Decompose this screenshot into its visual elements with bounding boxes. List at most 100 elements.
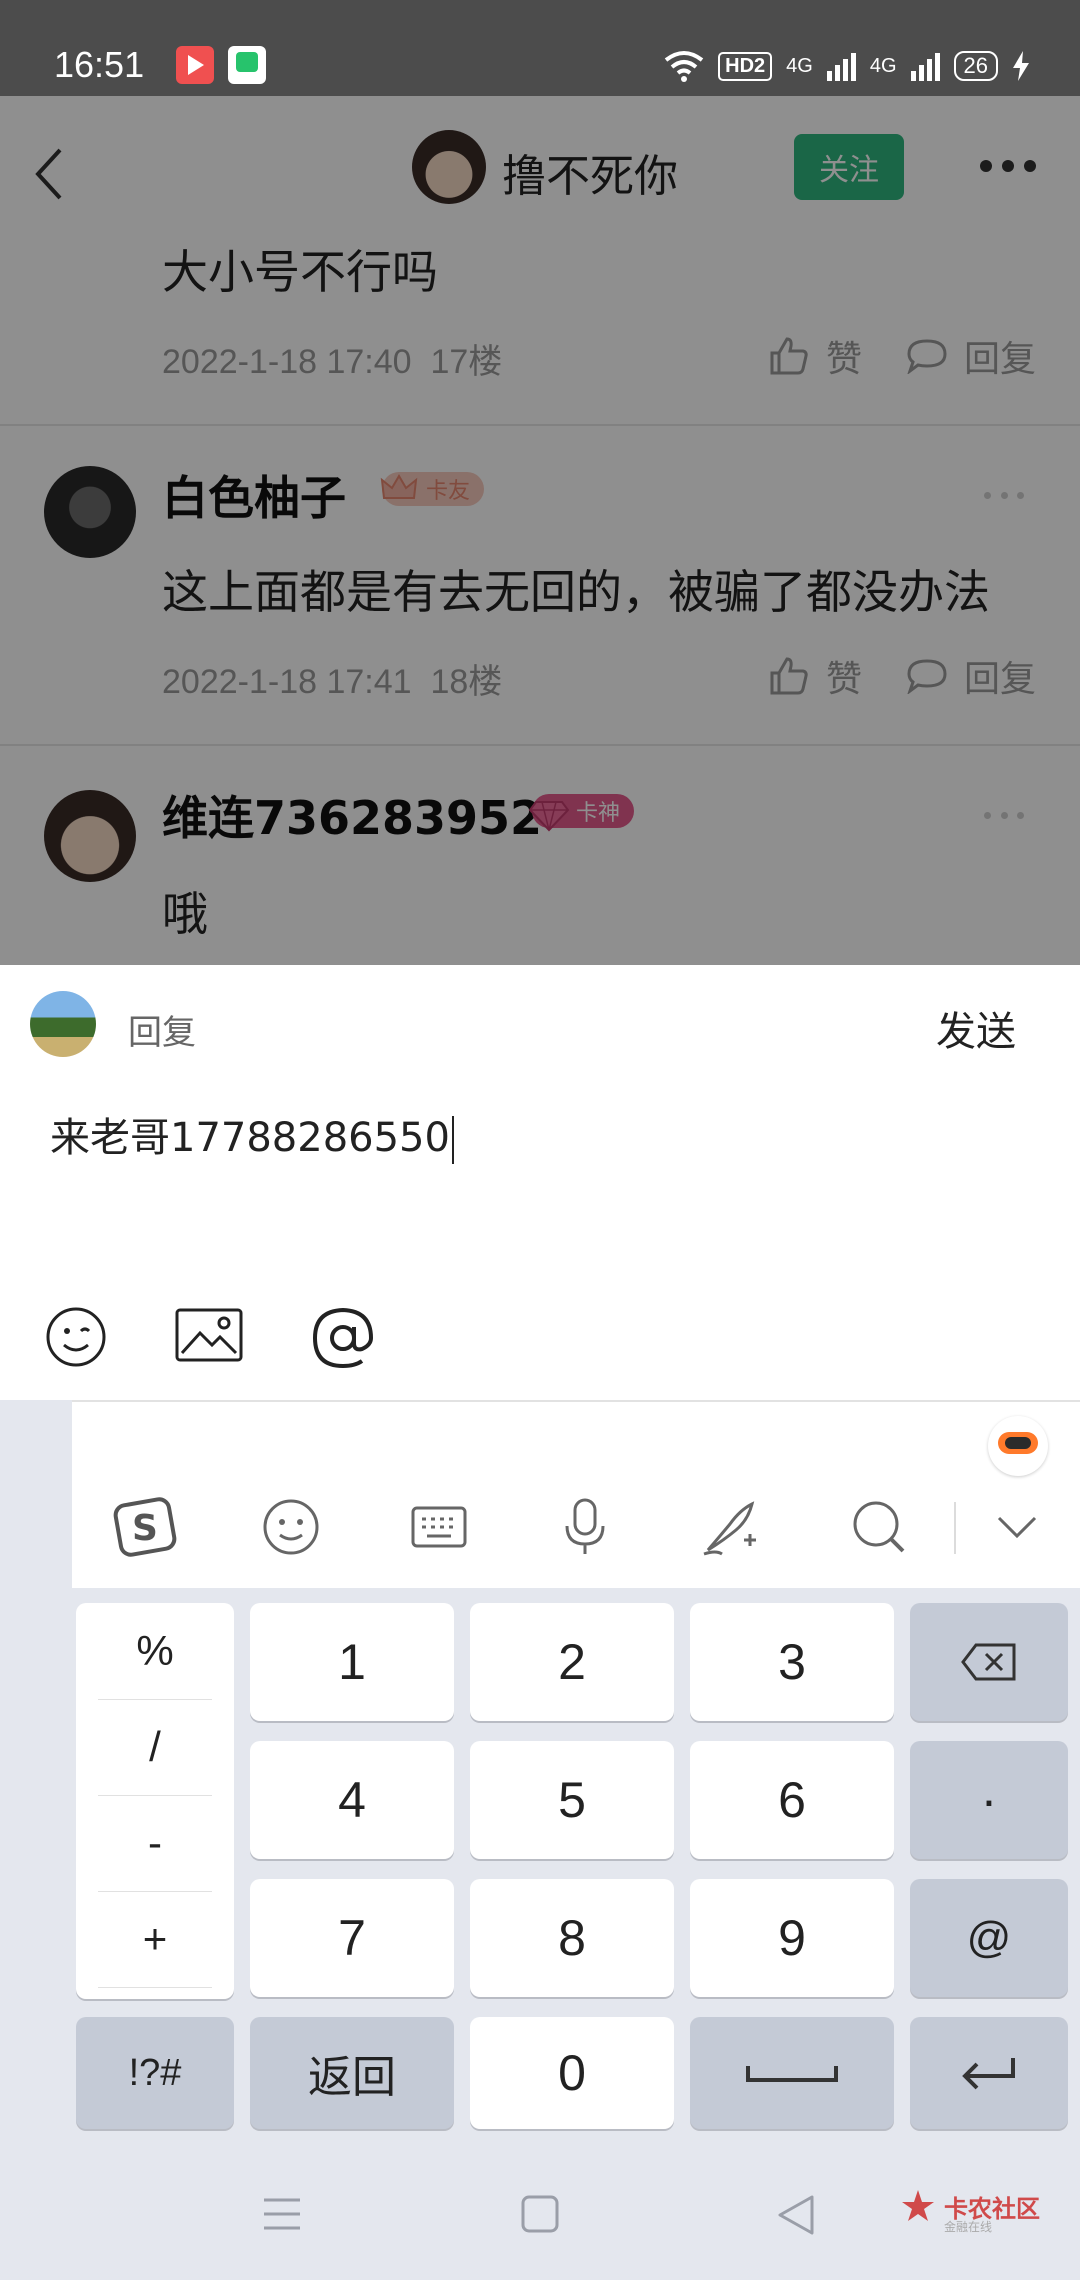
key-2[interactable]: 2 (470, 1603, 674, 1721)
battery-level: 26 (953, 51, 998, 81)
key-7[interactable]: 7 (250, 1879, 454, 1997)
toolbar-separator (954, 1502, 956, 1554)
home-icon[interactable] (520, 2194, 560, 2234)
comment-17-floor: 17楼 (430, 343, 503, 381)
symbol-divider (98, 1987, 212, 1988)
app-notification-icon (228, 46, 266, 84)
follow-button[interactable]: 关注 (794, 134, 904, 200)
status-time: 16:51 (54, 44, 145, 85)
symbols-key[interactable]: !?# (76, 2017, 234, 2129)
author-name[interactable]: 撸不死你 (502, 140, 678, 204)
my-avatar (30, 991, 96, 1057)
mention-at-icon[interactable] (310, 1305, 376, 1371)
comment-18-avatar[interactable] (44, 466, 136, 558)
key-plus[interactable]: + (76, 1891, 234, 1987)
emoji-icon[interactable] (44, 1305, 108, 1369)
comment-17-text: 大小号不行吗 (162, 245, 438, 299)
network-type-1: 4G (786, 54, 813, 77)
comment-19-username[interactable]: 维连736283952 (162, 782, 542, 848)
key-slash[interactable]: / (76, 1699, 234, 1795)
text-cursor (451, 1116, 454, 1164)
key-5[interactable]: 5 (470, 1741, 674, 1859)
wifi-icon (664, 51, 704, 82)
thumbs-up-icon[interactable] (768, 655, 810, 697)
soft-keyboard: S % / - + 1 2 3 4 5 6 · 7 8 9 @ !?# 返回 0 (0, 1400, 1080, 2280)
back-arrow-icon[interactable] (30, 144, 70, 204)
crown-icon (380, 474, 418, 499)
key-at[interactable]: @ (910, 1879, 1068, 1997)
svg-text:S: S (132, 1508, 158, 1549)
comment-19-rank-badge: 卡神 (528, 794, 635, 832)
kb-search-icon[interactable] (844, 1492, 914, 1562)
reply-bubble-icon[interactable] (906, 338, 948, 374)
key-4[interactable]: 4 (250, 1741, 454, 1859)
key-minus[interactable]: - (76, 1795, 234, 1891)
enter-key[interactable] (910, 2017, 1068, 2129)
kanong-logo-icon (902, 2190, 934, 2221)
kb-emoji-icon[interactable] (256, 1492, 326, 1562)
comment-17-actions: 赞 回复 (768, 330, 1036, 382)
comment-18-meta: 2022-1-18 17:41 18楼 (162, 654, 502, 703)
handwriting-icon[interactable] (696, 1492, 766, 1562)
status-bar: 16:51 HD2 4G 4G 26 (0, 0, 1080, 96)
sogou-logo-icon[interactable]: S (110, 1492, 180, 1562)
signal-icon-2 (910, 51, 940, 81)
menu-icon[interactable] (262, 2196, 302, 2232)
key-9[interactable]: 9 (690, 1879, 894, 1997)
status-icons: HD2 4G 4G 26 (664, 46, 1030, 86)
comment-18-like[interactable]: 赞 (826, 650, 862, 702)
comment-18-text: 这上面都是有去无回的，被骗了都没办法 (162, 565, 990, 619)
reply-input[interactable]: 来老哥17788286550 (50, 1105, 454, 1164)
comment-18-badge-label: 卡友 (426, 479, 471, 504)
hd-badge: HD2 (718, 51, 773, 81)
key-3[interactable]: 3 (690, 1603, 894, 1721)
comment-19-avatar[interactable] (44, 790, 136, 882)
comment-divider (0, 424, 1080, 426)
reply-toolbar (0, 1305, 1080, 1385)
comment-divider (0, 744, 1080, 746)
send-button[interactable]: 发送 (936, 999, 1016, 1057)
microphone-icon[interactable] (550, 1492, 620, 1562)
key-dot[interactable]: · (910, 1741, 1068, 1859)
key-0[interactable]: 0 (470, 2017, 674, 2129)
key-percent[interactable]: % (76, 1603, 234, 1699)
comment-19-badge-label: 卡神 (576, 801, 621, 826)
comment-17-reply[interactable]: 回复 (964, 330, 1036, 382)
comment-18-username[interactable]: 白色柚子 (162, 462, 346, 528)
enter-icon (962, 2058, 1015, 2090)
backspace-icon (961, 1643, 1016, 1681)
reply-bubble-icon[interactable] (906, 658, 948, 694)
thumbs-up-icon[interactable] (768, 335, 810, 377)
more-options-icon[interactable] (980, 160, 1036, 174)
collapse-keyboard-icon[interactable] (982, 1492, 1052, 1562)
comment-17-like[interactable]: 赞 (826, 330, 862, 382)
charging-icon (1013, 51, 1029, 81)
symbol-column: % / - + (76, 1603, 234, 1999)
space-key[interactable] (690, 2017, 894, 2129)
backspace-key[interactable] (910, 1603, 1068, 1721)
space-icon (746, 2066, 838, 2082)
comment-18-more-icon[interactable] (984, 492, 1024, 499)
author-avatar[interactable] (412, 130, 486, 204)
post-detail-page: 16:51 HD2 4G 4G 26 撸不死你 关注 大小号不行吗 2022-1… (0, 0, 1080, 965)
key-8[interactable]: 8 (470, 1879, 674, 1997)
watermark-subtext: 金融在线 (944, 2220, 993, 2234)
comment-18-rank-badge: 卡友 (380, 472, 485, 506)
video-app-icon (176, 46, 214, 84)
reply-label: 回复 (128, 1013, 196, 1053)
reply-input-value: 来老哥17788286550 (50, 1115, 450, 1161)
image-icon[interactable] (174, 1305, 244, 1365)
comment-19-more-icon[interactable] (984, 812, 1024, 819)
comment-18-date: 2022-1-18 17:41 (162, 663, 412, 701)
network-type-2: 4G (869, 54, 897, 77)
comment-18-floor: 18楼 (430, 663, 503, 701)
keyboard-layout-icon[interactable] (404, 1492, 474, 1562)
keyboard-mascot-icon[interactable] (988, 1416, 1048, 1476)
comment-18-reply[interactable]: 回复 (964, 650, 1036, 702)
key-1[interactable]: 1 (250, 1603, 454, 1721)
key-6[interactable]: 6 (690, 1741, 894, 1859)
diamond-icon (528, 801, 570, 832)
back-key[interactable]: 返回 (250, 2017, 454, 2129)
nav-back-icon[interactable] (776, 2194, 816, 2236)
signal-icon-1 (826, 51, 856, 81)
